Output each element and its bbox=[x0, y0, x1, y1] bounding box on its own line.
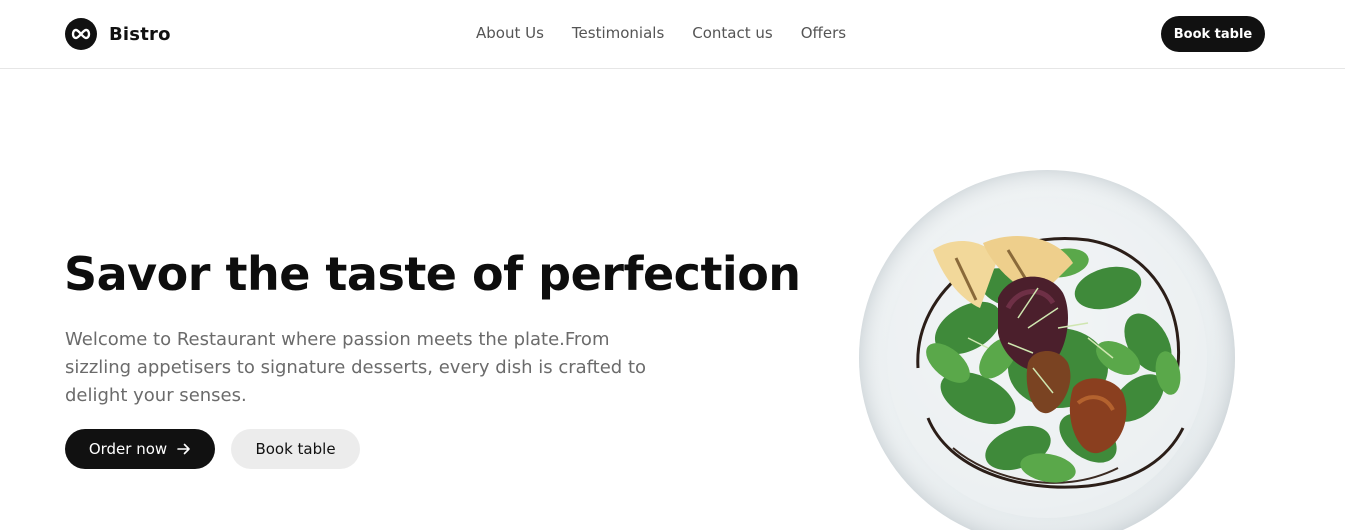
hero-description: Welcome to Restaurant where passion meet… bbox=[65, 329, 647, 406]
arrow-right-icon bbox=[177, 443, 191, 455]
main-nav: About Us Testimonials Contact us Offers bbox=[476, 23, 846, 43]
header-book-table-button[interactable]: Book table bbox=[1161, 16, 1265, 52]
nav-link-offers[interactable]: Offers bbox=[801, 23, 846, 43]
hero-book-table-button[interactable]: Book table bbox=[231, 429, 360, 469]
site-header: Bistro About Us Testimonials Contact us … bbox=[0, 0, 1345, 69]
order-now-label: Order now bbox=[88, 440, 168, 458]
brand[interactable]: Bistro bbox=[65, 18, 171, 50]
nav-link-contact-us[interactable]: Contact us bbox=[692, 23, 772, 43]
hero-title: Savor the taste of perfection bbox=[64, 247, 801, 301]
brand-name: Bistro bbox=[109, 23, 171, 45]
nav-link-testimonials[interactable]: Testimonials bbox=[572, 23, 664, 43]
salad-plate-image bbox=[858, 168, 1238, 530]
nav-link-about-us[interactable]: About Us bbox=[476, 23, 544, 43]
infinity-logo-icon bbox=[65, 18, 97, 50]
order-now-button[interactable]: Order now bbox=[65, 429, 215, 469]
